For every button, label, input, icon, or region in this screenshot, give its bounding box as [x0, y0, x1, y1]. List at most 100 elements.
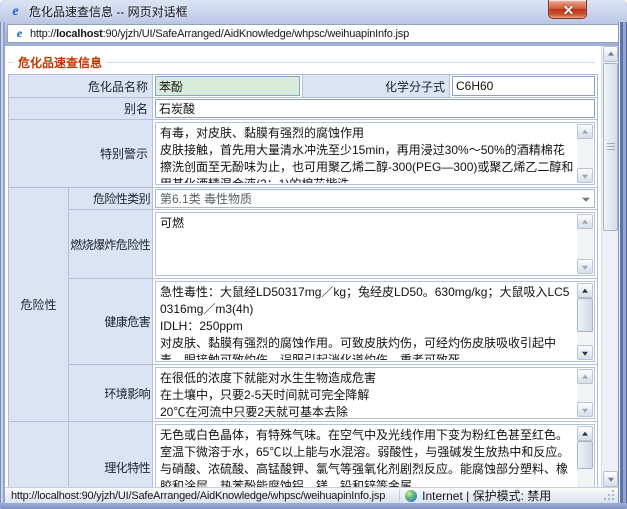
label-formula: 化学分子式 [302, 75, 450, 97]
arrow-down-icon [608, 478, 614, 482]
row-fire-explosion: 燃烧爆炸危险性 可燃 [69, 210, 597, 279]
arrow-up-icon [582, 219, 588, 223]
cell-alias: 石炭酸 [153, 98, 597, 119]
fieldset-border: 危化品速查信息 [8, 62, 595, 63]
cell-formula: C6H60 [450, 75, 597, 97]
phys-chem-scrollbar [577, 426, 593, 487]
chemical-info-table: 危化品名称 苯酚 化学分子式 C6H60 别名 石炭酸 特别警示 [8, 74, 598, 487]
internet-globe-icon [405, 490, 417, 502]
status-separator [399, 490, 400, 501]
label-chemical-name: 危化品名称 [9, 75, 153, 97]
window-chrome: e 危化品速查信息 -- 网页对话框 e http://localhost:90… [0, 0, 627, 46]
status-url: http://localhost:90/yjzh/UI/SafeArranged… [5, 490, 385, 502]
page-scroll-up-button[interactable] [603, 46, 618, 62]
row-phys-chem: 理化特性 无色或白色晶体，有特殊气味。在空气中及光线作用下变为粉红色甚至红色。室… [9, 422, 597, 487]
hazard-group-rows: 危险性类别 第6.1类 毒性物质 燃烧爆炸危险性 可燃 [69, 188, 597, 422]
page-scroll-thumb[interactable] [603, 63, 618, 231]
page-scroll-down-button[interactable] [603, 471, 618, 487]
page-scrollbar[interactable] [601, 46, 618, 487]
cell-phys-chem: 无色或白色晶体，有特殊气味。在空气中及光线作用下变为粉红色甚至红色。室温下微溶于… [153, 422, 597, 487]
url-path: :90/yjzh/UI/SafeArranged/AidKnowledge/wh… [103, 28, 409, 40]
url-host: localhost [56, 28, 103, 40]
label-fire-explosion: 燃烧爆炸危险性 [69, 210, 153, 278]
row-environment: 环境影响 在很低的浓度下就能对水生生物造成危害 在土壤中，只要2-5天时间就可完… [69, 365, 597, 422]
environment-scrollbar [577, 369, 593, 417]
label-hazard-group: 危险性 [9, 188, 69, 422]
empty-group-cell [9, 422, 69, 487]
arrow-up-icon [608, 52, 614, 56]
row-health-hazard: 健康危害 急性毒性：大鼠经LD50317mg／kg；兔经皮LD50。630mg/… [69, 279, 597, 365]
arrow-up-icon [582, 431, 588, 435]
arrow-up-icon [582, 374, 588, 378]
environment-textarea[interactable]: 在很低的浓度下就能对水生生物造成危害 在土壤中，只要2-5天时间就可完全降解 2… [155, 367, 595, 419]
scroll-up-button[interactable] [577, 426, 593, 441]
fire-explosion-text: 可燃 [157, 214, 576, 274]
health-hazard-textarea[interactable]: 急性毒性：大鼠经LD50317mg／kg；兔经皮LD50。630mg/kg；大鼠… [155, 281, 595, 362]
label-hazard-class: 危险性类别 [69, 188, 153, 209]
label-alias: 别名 [9, 98, 153, 119]
label-special-warning: 特别警示 [9, 120, 153, 187]
window-border-right [618, 22, 627, 503]
cell-hazard-class: 第6.1类 毒性物质 [153, 188, 597, 209]
close-button[interactable] [548, 0, 587, 19]
row-name-formula: 危化品名称 苯酚 化学分子式 C6H60 [9, 75, 597, 98]
row-alias: 别名 石炭酸 [9, 98, 597, 120]
arrow-down-icon [582, 265, 588, 269]
url-scheme: http:// [30, 28, 56, 40]
formula-input[interactable]: C6H60 [452, 76, 595, 96]
health-hazard-scrollbar [577, 283, 593, 360]
label-phys-chem: 理化特性 [69, 422, 153, 487]
address-bar-row: e http://localhost:90/yjzh/UI/SafeArrang… [0, 22, 627, 46]
hazard-group: 危险性 危险性类别 第6.1类 毒性物质 燃烧爆炸危险性 [9, 188, 597, 422]
phys-chem-textarea[interactable]: 无色或白色晶体，有特殊气味。在空气中及光线作用下变为粉红色甚至红色。室温下微溶于… [155, 424, 595, 487]
ie-icon: e [8, 4, 23, 19]
address-url: http://localhost:90/yjzh/UI/SafeArranged… [30, 28, 409, 40]
cell-fire-explosion: 可燃 [153, 210, 597, 278]
alias-input[interactable]: 石炭酸 [155, 99, 595, 118]
scroll-down-button[interactable] [577, 168, 593, 183]
row-hazard-class: 危险性类别 第6.1类 毒性物质 [69, 188, 597, 210]
resize-grip[interactable] [612, 498, 614, 500]
window-border-bottom [0, 503, 627, 509]
scroll-down-button[interactable] [577, 402, 593, 417]
status-zone-section: Internet | 保护模式: 禁用 [399, 487, 551, 504]
fire-explosion-textarea[interactable]: 可燃 [155, 212, 595, 276]
environment-text: 在很低的浓度下就能对水生生物造成危害 在土壤中，只要2-5天时间就可完全降解 2… [157, 369, 576, 417]
window-title: 危化品速查信息 -- 网页对话框 [29, 3, 188, 20]
section-title: 危化品速查信息 [14, 54, 106, 71]
cell-health-hazard: 急性毒性：大鼠经LD50317mg／kg；兔经皮LD50。630mg/kg；大鼠… [153, 279, 597, 364]
scroll-up-button[interactable] [577, 283, 593, 298]
title-bar[interactable]: e 危化品速查信息 -- 网页对话框 [0, 0, 627, 22]
hazard-class-select[interactable]: 第6.1类 毒性物质 [155, 189, 595, 208]
arrow-down-icon [582, 408, 588, 412]
cell-environment: 在很低的浓度下就能对水生生物造成危害 在土壤中，只要2-5天时间就可完全降解 2… [153, 365, 597, 421]
chemical-name-input[interactable]: 苯酚 [155, 76, 300, 96]
row-special-warning: 特别警示 有毒，对皮肤、黏膜有强烈的腐蚀作用 皮肤接触，首先用大量清水冲洗至少1… [9, 120, 597, 188]
phys-chem-text: 无色或白色晶体，有特殊气味。在空气中及光线作用下变为粉红色甚至红色。室温下微溶于… [157, 426, 576, 487]
status-zone-text: Internet | 保护模式: 禁用 [422, 487, 551, 504]
special-warning-scrollbar [577, 124, 593, 183]
address-bar[interactable]: e http://localhost:90/yjzh/UI/SafeArrang… [7, 24, 620, 43]
label-health-hazard: 健康危害 [69, 279, 153, 364]
arrow-up-icon [582, 288, 588, 292]
arrow-up-icon [582, 129, 588, 133]
scroll-down-button[interactable] [577, 259, 593, 274]
scroll-up-button[interactable] [577, 124, 593, 139]
ie-page-icon: e [13, 27, 26, 40]
scroll-up-button[interactable] [577, 214, 593, 229]
label-environment: 环境影响 [69, 365, 153, 421]
scroll-thumb[interactable] [577, 441, 593, 469]
scroll-up-button[interactable] [577, 369, 593, 384]
dropdown-arrow-icon[interactable] [578, 190, 594, 207]
fire-explosion-scrollbar [577, 214, 593, 274]
arrow-down-icon [582, 174, 588, 178]
arrow-down-icon [582, 351, 588, 355]
hazard-class-value: 第6.1类 毒性物质 [156, 190, 578, 207]
special-warning-text: 有毒，对皮肤、黏膜有强烈的腐蚀作用 皮肤接触，首先用大量清水冲洗至少15min，… [157, 124, 576, 183]
scroll-thumb[interactable] [577, 298, 593, 332]
window-border-left [0, 22, 5, 503]
scroll-down-button[interactable] [577, 345, 593, 360]
cell-special-warning: 有毒，对皮肤、黏膜有强烈的腐蚀作用 皮肤接触，首先用大量清水冲洗至少15min，… [153, 120, 597, 187]
special-warning-textarea[interactable]: 有毒，对皮肤、黏膜有强烈的腐蚀作用 皮肤接触，首先用大量清水冲洗至少15min，… [155, 122, 595, 185]
page-content: 危化品速查信息 危化品名称 苯酚 化学分子式 C6H60 别名 石炭酸 [5, 46, 618, 487]
